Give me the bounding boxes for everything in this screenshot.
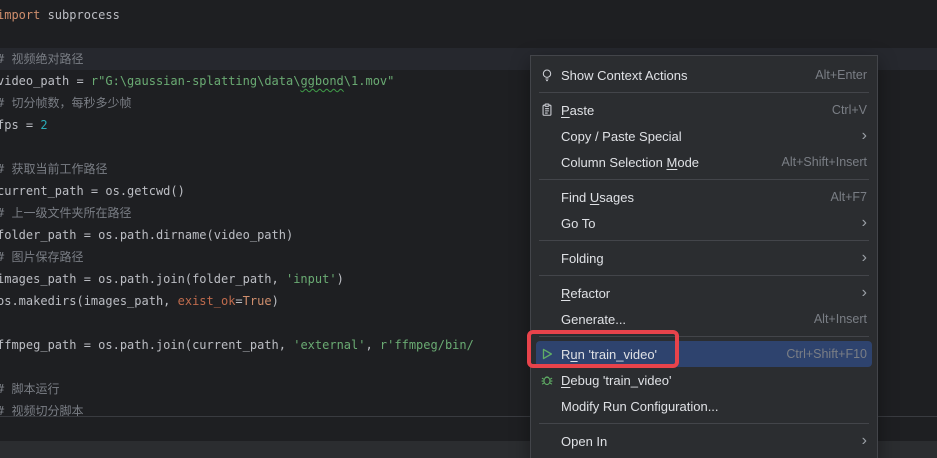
menu-shortcut: Ctrl+V — [832, 103, 867, 117]
menu-item-show-context-actions[interactable]: Show Context Actions Alt+Enter — [531, 62, 877, 88]
empty-icon-slot — [539, 189, 555, 205]
menu-shortcut: Alt+F7 — [831, 190, 867, 204]
menu-separator — [539, 240, 869, 241]
menu-separator — [539, 423, 869, 424]
menu-item-modify-run-configuration[interactable]: Modify Run Configuration... — [531, 393, 877, 419]
menu-separator — [539, 275, 869, 276]
menu-item-label: Find Usages — [561, 190, 634, 205]
empty-icon-slot — [539, 215, 555, 231]
submenu-arrow-icon: › — [862, 250, 867, 266]
menu-item-copy-paste-special[interactable]: Copy / Paste Special › — [531, 123, 877, 149]
menu-separator — [539, 179, 869, 180]
menu-item-label: Debug 'train_video' — [561, 373, 671, 388]
empty-icon-slot — [539, 433, 555, 449]
lightbulb-icon — [539, 67, 555, 83]
menu-item-debug-train-video[interactable]: Debug 'train_video' — [531, 367, 877, 393]
submenu-arrow-icon: › — [862, 128, 867, 144]
debug-icon — [539, 372, 555, 388]
submenu-arrow-icon: › — [862, 215, 867, 231]
menu-item-label: Copy / Paste Special — [561, 129, 682, 144]
menu-item-label: Column Selection Mode — [561, 155, 699, 170]
empty-icon-slot — [539, 398, 555, 414]
menu-item-label: Refactor — [561, 286, 610, 301]
menu-item-column-selection-mode[interactable]: Column Selection Mode Alt+Shift+Insert — [531, 149, 877, 175]
menu-shortcut: Alt+Enter — [815, 68, 867, 82]
annotation-red-box — [527, 330, 679, 368]
menu-item-find-usages[interactable]: Find Usages Alt+F7 — [531, 184, 877, 210]
menu-item-open-in[interactable]: Open In › — [531, 428, 877, 454]
menu-shortcut: Alt+Insert — [814, 312, 867, 326]
menu-item-label: Folding — [561, 251, 604, 266]
menu-shortcut: Alt+Shift+Insert — [782, 155, 867, 169]
menu-item-go-to[interactable]: Go To › — [531, 210, 877, 236]
menu-item-label: Show Context Actions — [561, 68, 687, 83]
menu-item-paste[interactable]: Paste Ctrl+V — [531, 97, 877, 123]
menu-item-label: Modify Run Configuration... — [561, 399, 719, 414]
empty-icon-slot — [539, 128, 555, 144]
submenu-arrow-icon: › — [862, 285, 867, 301]
menu-item-label: Paste — [561, 103, 594, 118]
menu-item-generate[interactable]: Generate... Alt+Insert — [531, 306, 877, 332]
paste-icon — [539, 102, 555, 118]
editor-context-menu: Show Context Actions Alt+Enter Paste Ctrl+V… — [530, 55, 878, 458]
menu-item-label: Go To — [561, 216, 595, 231]
menu-item-label: Open In — [561, 434, 607, 449]
empty-icon-slot — [539, 154, 555, 170]
empty-icon-slot — [539, 311, 555, 327]
code-line — [0, 26, 937, 48]
menu-item-label: Generate... — [561, 312, 626, 327]
empty-icon-slot — [539, 250, 555, 266]
pycharm-editor-screen: import osimport subprocess# 视频绝对路径video_… — [0, 0, 937, 458]
empty-icon-slot — [539, 285, 555, 301]
menu-separator — [539, 92, 869, 93]
menu-item-refactor[interactable]: Refactor › — [531, 280, 877, 306]
code-line: import subprocess — [0, 4, 937, 26]
submenu-arrow-icon: › — [862, 433, 867, 449]
menu-shortcut: Ctrl+Shift+F10 — [786, 347, 867, 361]
menu-item-folding[interactable]: Folding › — [531, 245, 877, 271]
